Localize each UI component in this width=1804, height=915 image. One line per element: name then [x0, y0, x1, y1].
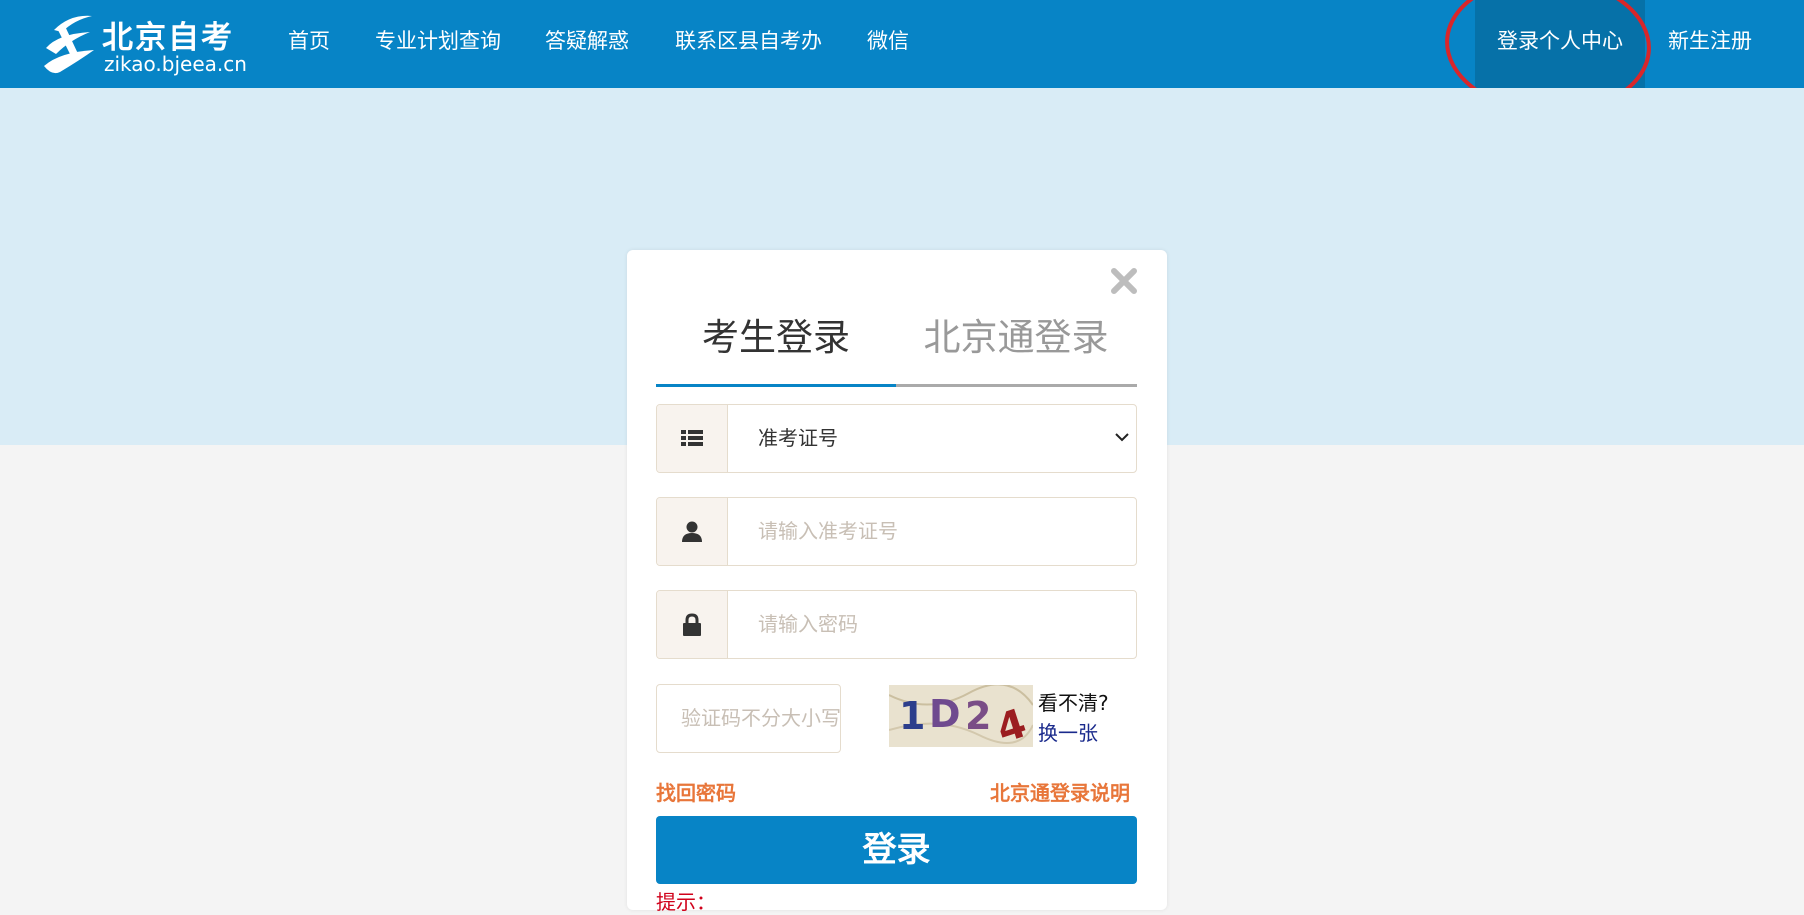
close-icon[interactable] — [1107, 264, 1141, 298]
id-type-value: 准考证号 — [758, 426, 838, 450]
svg-text:1: 1 — [899, 694, 925, 738]
tab-beijingtong-login[interactable]: 北京通登录 — [896, 310, 1136, 366]
logo-mark — [44, 15, 94, 74]
list-icon — [681, 430, 703, 446]
captcha-placeholder: 验证码不分大小写 — [681, 706, 841, 730]
tab-underline-active — [656, 384, 896, 387]
password-field[interactable]: 请输入密码 — [656, 590, 1137, 659]
exam-number-placeholder: 请输入准考证号 — [758, 519, 898, 543]
lock-icon — [683, 613, 701, 636]
site-logo[interactable]: 北京自考 zikao.bjeea.cn — [40, 8, 247, 80]
password-placeholder: 请输入密码 — [758, 612, 858, 636]
id-type-addon — [657, 405, 728, 472]
nav-major-plan[interactable]: 专业计划查询 — [375, 0, 501, 88]
nav-faq[interactable]: 答疑解惑 — [545, 0, 629, 88]
exam-number-addon — [657, 498, 728, 565]
chevron-down-icon — [1115, 433, 1129, 442]
top-navbar: 北京自考 zikao.bjeea.cn 首页 专业计划查询 答疑解惑 联系区县自… — [0, 0, 1804, 88]
tip-text: 提示： — [656, 890, 716, 914]
captcha-refresh-link[interactable]: 换一张 — [1038, 717, 1098, 746]
svg-text:D: D — [929, 692, 961, 736]
nav-home[interactable]: 首页 — [288, 0, 330, 88]
id-type-select[interactable]: 准考证号 — [656, 404, 1137, 473]
nav-district-office[interactable]: 联系区县自考办 — [675, 0, 822, 88]
logo-title: 北京自考 — [102, 20, 234, 56]
nav-login-center[interactable]: 登录个人中心 — [1475, 0, 1645, 88]
forgot-password-link[interactable]: 找回密码 — [656, 777, 736, 806]
password-addon — [657, 591, 728, 658]
svg-text:2: 2 — [965, 694, 991, 738]
captcha-input[interactable]: 验证码不分大小写 — [656, 684, 841, 753]
login-button[interactable]: 登录 — [656, 816, 1137, 884]
captcha-hint: 看不清? — [1038, 691, 1109, 715]
exam-number-field[interactable]: 请输入准考证号 — [656, 497, 1137, 566]
beijingtong-help-link[interactable]: 北京通登录说明 — [990, 777, 1130, 806]
captcha-image[interactable]: 1 D 2 4 — [889, 685, 1033, 747]
login-modal: 考生登录 北京通登录 准考证号 请输入准考证号 请输入密码 验证码不分大小写 1… — [627, 250, 1167, 914]
logo-domain: zikao.bjeea.cn — [104, 52, 247, 76]
nav-register[interactable]: 新生注册 — [1668, 0, 1752, 88]
tab-underline — [896, 384, 1137, 387]
user-icon — [682, 521, 702, 542]
nav-wechat[interactable]: 微信 — [867, 0, 909, 88]
tab-student-login[interactable]: 考生登录 — [656, 310, 896, 366]
